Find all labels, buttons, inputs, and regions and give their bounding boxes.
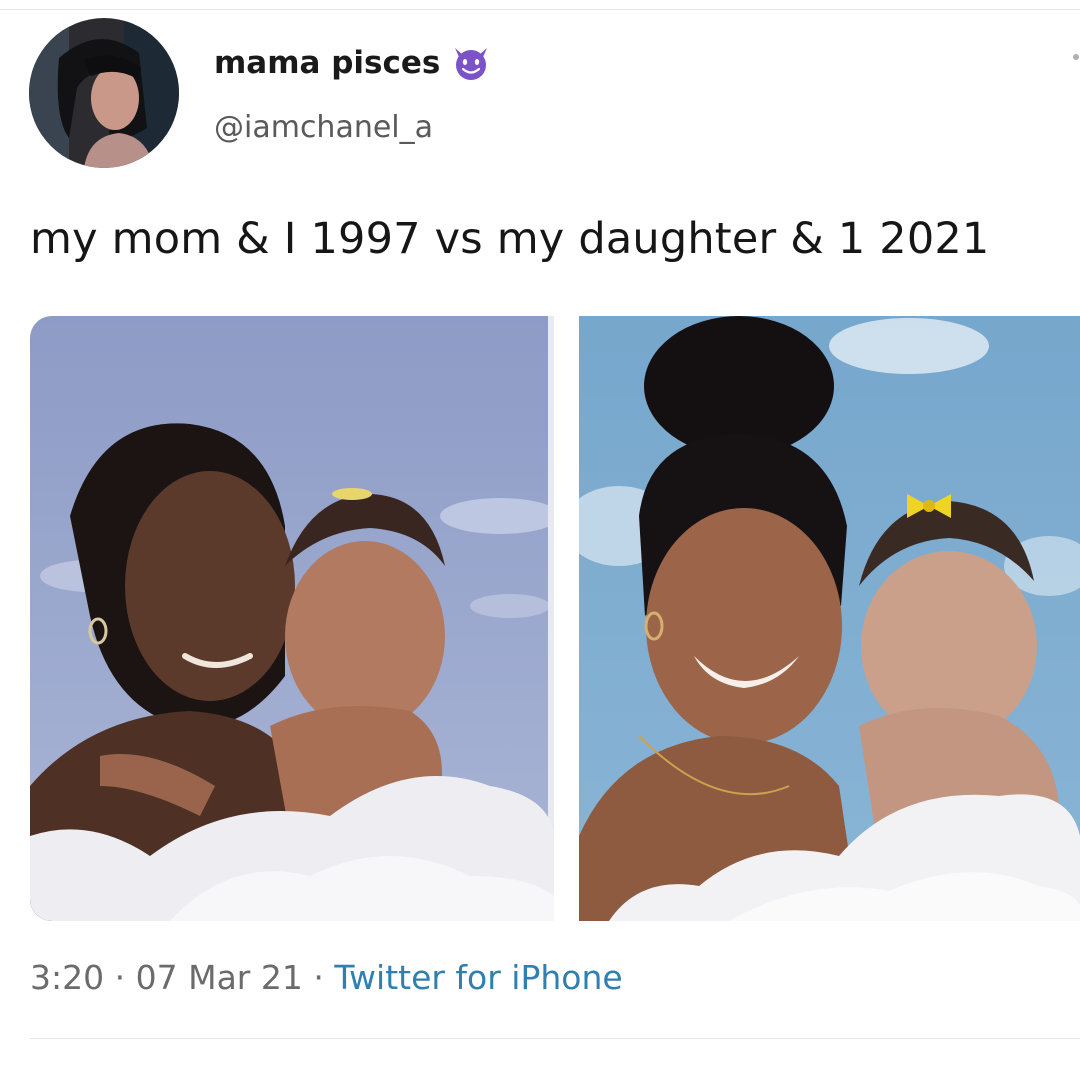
tweet-date: 07 Mar 21 [135,958,303,997]
tweet-meta: 3:20 · 07 Mar 21 · Twitter for iPhone [30,958,623,997]
tweet-source-link[interactable]: Twitter for iPhone [334,958,622,997]
photo-1997[interactable] [30,316,554,921]
bottom-divider [30,1038,1080,1039]
avatar-image [29,18,179,168]
user-handle[interactable]: @iamchanel_a [214,110,433,145]
tweet-text: my mom & I 1997 vs my daughter & 1 2021 [30,214,990,264]
display-name-text: mama pisces [214,45,441,81]
avatar[interactable] [29,18,179,168]
more-options-icon[interactable] [1073,54,1079,60]
photo-1997-image [30,316,554,921]
top-divider [0,9,1080,10]
photo-2021[interactable] [579,316,1080,921]
smiling-imp-icon [450,42,492,84]
meta-separator: · [313,958,324,997]
display-name[interactable]: mama pisces [214,42,492,84]
tweet-time: 3:20 [30,958,105,997]
photo-2021-image [579,316,1080,921]
meta-separator: · [114,958,126,997]
